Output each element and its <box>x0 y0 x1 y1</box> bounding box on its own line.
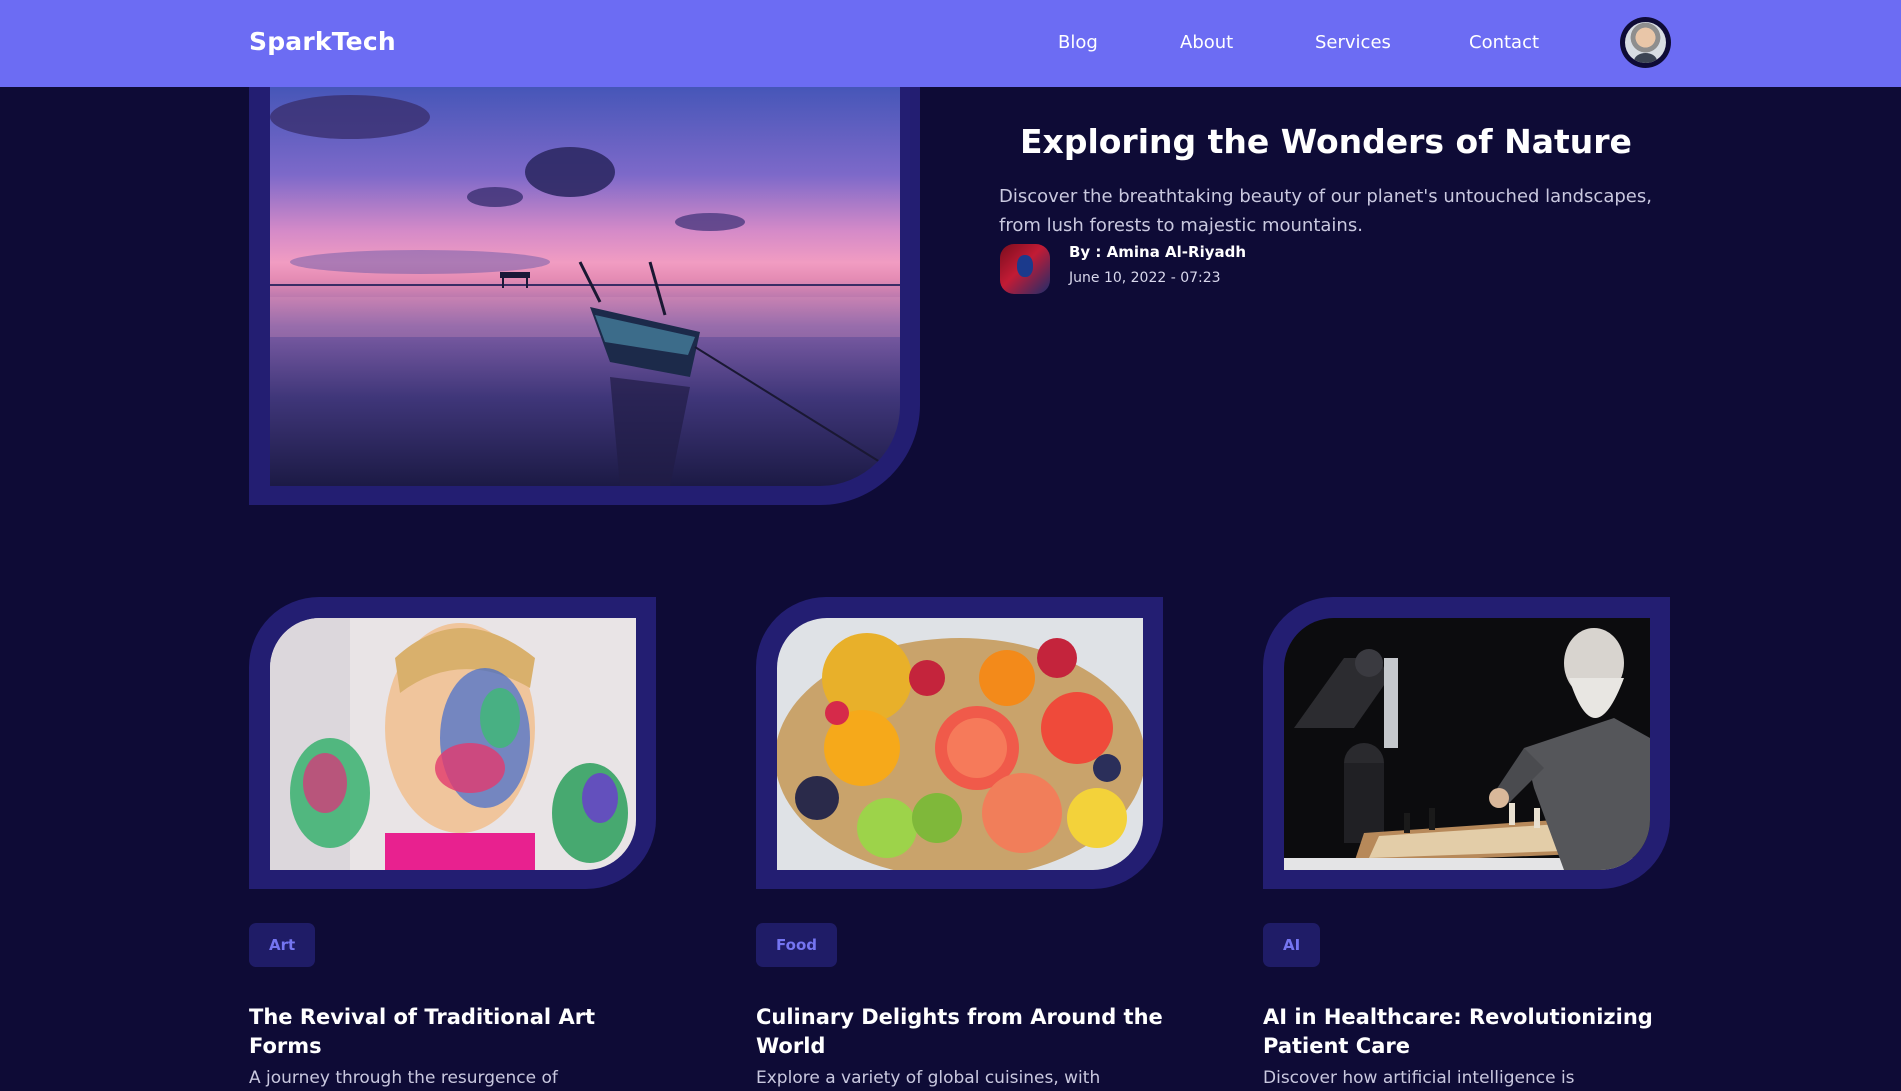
navbar: SparkTech Blog About Services Contact <box>0 0 1901 87</box>
card-excerpt: Discover how artificial intelligence is <box>1263 1068 1575 1088</box>
hero-title[interactable]: Exploring the Wonders of Nature <box>1020 122 1632 161</box>
nav-link-about[interactable]: About <box>1180 32 1233 53</box>
card-image[interactable] <box>270 618 636 870</box>
profile-avatar-button[interactable] <box>1620 17 1671 68</box>
brand-logo[interactable]: SparkTech <box>249 27 396 56</box>
nav-link-services[interactable]: Services <box>1315 32 1391 53</box>
author-avatar <box>1000 244 1050 294</box>
category-tag[interactable]: Art <box>249 923 316 967</box>
card-title[interactable]: The Revival of Traditional Art Forms <box>249 1003 659 1061</box>
card-image[interactable] <box>1284 618 1650 870</box>
user-avatar-icon <box>1625 22 1666 63</box>
category-tag[interactable]: Food <box>756 923 837 967</box>
card-excerpt: Explore a variety of global cuisines, wi… <box>756 1068 1101 1088</box>
category-tag[interactable]: AI <box>1263 923 1321 967</box>
post-date: June 10, 2022 - 07:23 <box>1069 270 1221 286</box>
card-title[interactable]: Culinary Delights from Around the World <box>756 1003 1166 1061</box>
hero-image[interactable] <box>270 87 900 486</box>
nav-link-blog[interactable]: Blog <box>1058 32 1098 53</box>
author-name[interactable]: By : Amina Al-Riyadh <box>1069 243 1246 261</box>
card-image[interactable] <box>777 618 1143 870</box>
card-title[interactable]: AI in Healthcare: Revolutionizing Patien… <box>1263 1003 1673 1061</box>
card-excerpt: A journey through the resurgence of <box>249 1068 558 1088</box>
hero-description: Discover the breathtaking beauty of our … <box>999 186 1652 236</box>
nav-link-contact[interactable]: Contact <box>1469 32 1539 53</box>
